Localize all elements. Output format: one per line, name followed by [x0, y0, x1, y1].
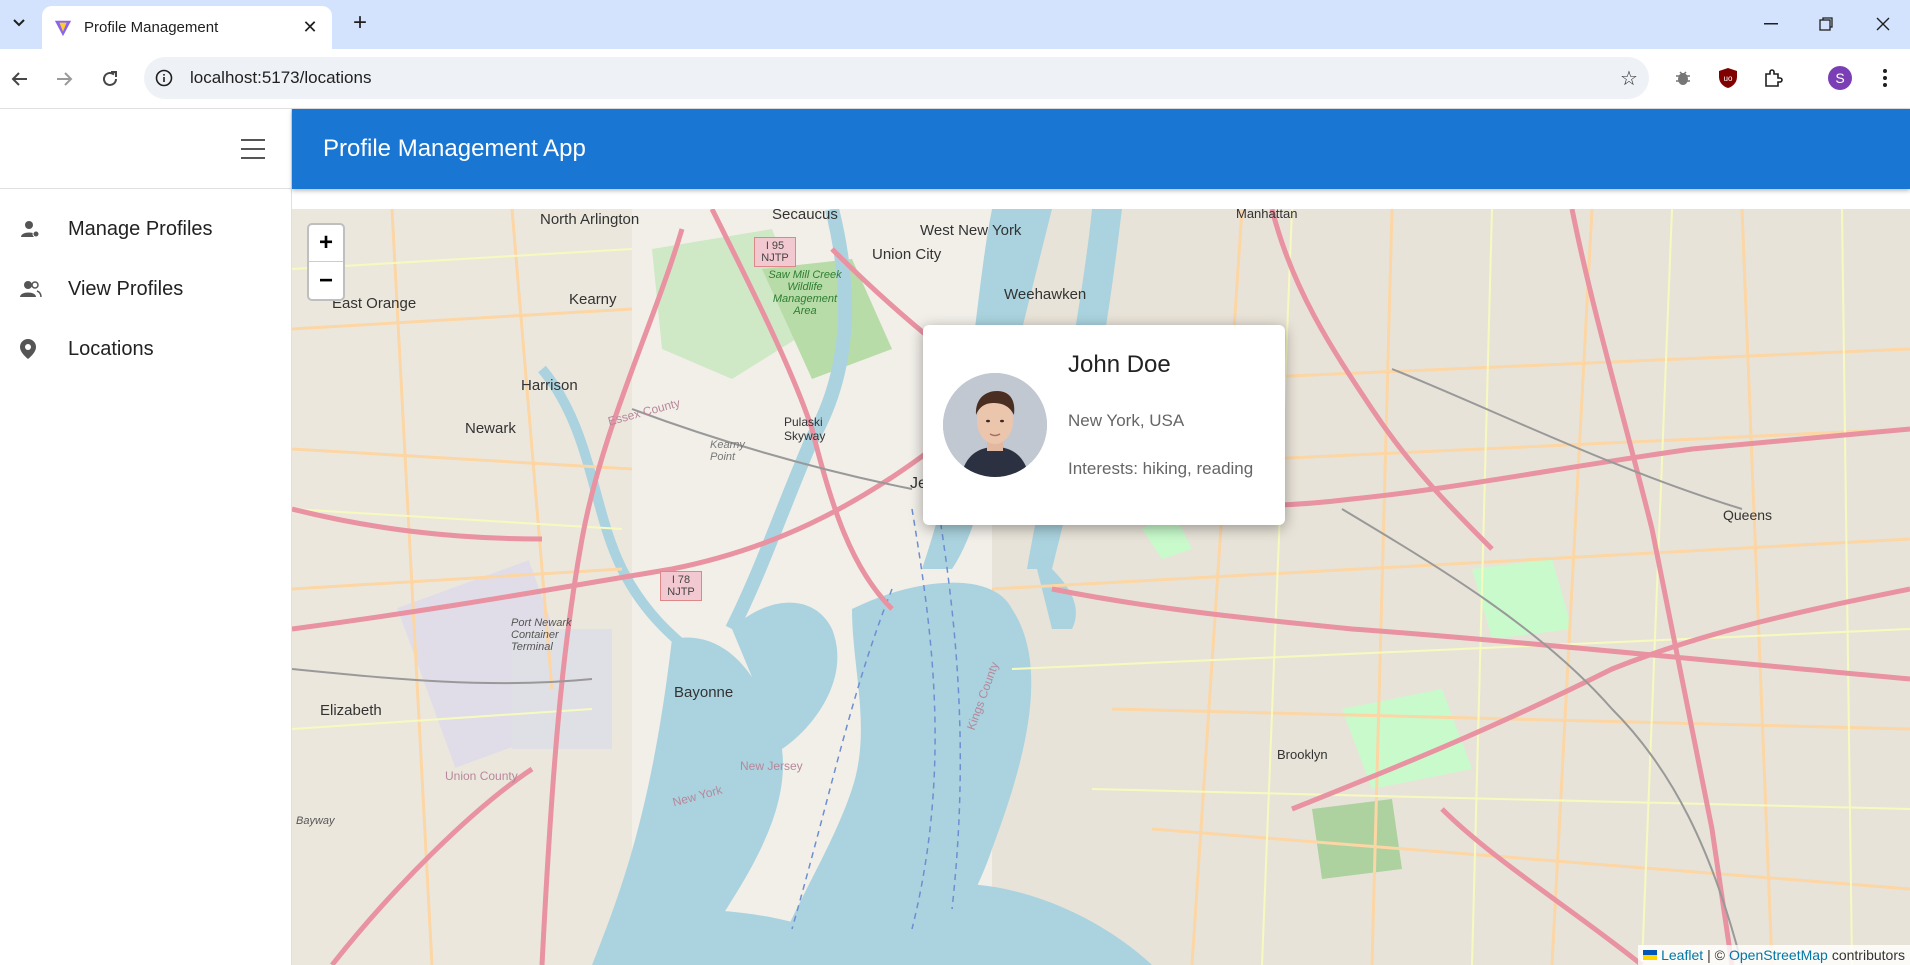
highway-shield: I 95 NJTP	[754, 237, 796, 267]
sidebar-item-view-profiles[interactable]: View Profiles	[0, 259, 291, 319]
bookmark-star-icon[interactable]: ☆	[1609, 66, 1649, 91]
sidebar-item-label: Manage Profiles	[68, 217, 213, 240]
app-title: Profile Management App	[323, 135, 586, 162]
tab-close-icon[interactable]: ✕	[300, 17, 320, 38]
map-label: Union City	[872, 246, 942, 263]
reload-icon[interactable]	[94, 63, 126, 95]
profile-initial: S	[1828, 66, 1852, 90]
address-bar[interactable]: localhost:5173/locations ☆	[144, 57, 1649, 99]
sidebar-item-manage-profiles[interactable]: Manage Profiles	[0, 199, 291, 259]
zoom-control: + −	[307, 223, 345, 301]
app-header: Profile Management App	[292, 109, 1910, 189]
attribution-suffix: contributors	[1831, 947, 1905, 963]
map-attribution: Leaflet | © OpenStreetMap contributors	[1638, 945, 1910, 965]
sidebar: Manage Profiles View Profiles Locations	[0, 109, 292, 965]
map-label: Kearny	[569, 291, 617, 308]
popup-name: John Doe	[1068, 351, 1171, 378]
map-label: North Arlington	[540, 211, 640, 228]
tab-search-button[interactable]	[6, 10, 32, 36]
map-label: Kearny Point	[710, 439, 745, 463]
location-pin-icon	[20, 339, 68, 359]
map-label: Newark	[465, 420, 516, 437]
highway-shield: I 78 NJTP	[660, 571, 702, 601]
svg-text:uo: uo	[1724, 74, 1733, 83]
forward-icon[interactable]	[48, 63, 80, 95]
sidebar-header	[0, 109, 291, 189]
map-label: Brooklyn	[1277, 747, 1328, 762]
map-label: West New York	[920, 222, 1022, 239]
map-container[interactable]: North Arlington Secaucus West New York M…	[292, 209, 1910, 965]
map-label: Bayway	[296, 815, 335, 827]
back-icon[interactable]	[4, 63, 36, 95]
popup-interests: Interests: hiking, reading	[1068, 459, 1254, 478]
new-tab-button[interactable]: +	[346, 10, 374, 38]
map-label: Bayonne	[674, 684, 734, 701]
sidebar-item-label: View Profiles	[68, 277, 184, 300]
restore-icon[interactable]	[1803, 8, 1849, 40]
osm-link[interactable]: OpenStreetMap	[1729, 947, 1828, 963]
map-label: Secaucus	[772, 209, 838, 223]
url-text[interactable]: localhost:5173/locations	[184, 68, 1609, 88]
map-label: Harrison	[521, 377, 578, 394]
manage-profiles-icon	[20, 219, 68, 239]
map-label: Pulaski Skyway	[784, 415, 826, 443]
profile-avatar	[943, 373, 1047, 477]
leaflet-link[interactable]: Leaflet	[1661, 947, 1703, 963]
extensions-puzzle-icon[interactable]	[1758, 63, 1788, 93]
people-icon	[20, 279, 68, 299]
hamburger-menu-icon[interactable]	[237, 133, 269, 165]
browser-tabbar: Profile Management ✕ +	[0, 0, 1910, 49]
sidebar-item-label: Locations	[68, 337, 154, 360]
minimize-icon[interactable]	[1748, 8, 1794, 40]
map-tiles[interactable]	[292, 209, 1910, 965]
sidebar-item-locations[interactable]: Locations	[0, 319, 291, 379]
map-label: Saw Mill Creek Wildlife Management Area	[768, 269, 842, 317]
map-label: Queens	[1723, 507, 1773, 523]
menu-kebab-icon[interactable]	[1870, 63, 1900, 93]
browser-toolbar: localhost:5173/locations ☆ uo S	[0, 49, 1910, 109]
zoom-in-button[interactable]: +	[309, 225, 343, 262]
map-label: Manhattan	[1236, 209, 1298, 221]
zoom-out-button[interactable]: −	[309, 262, 343, 299]
map-label: Union County	[445, 769, 518, 783]
tab-title: Profile Management	[84, 19, 219, 36]
location-popup: John Doe New York, USA Interests: hiking…	[923, 325, 1285, 525]
browser-tab[interactable]: Profile Management ✕	[42, 6, 332, 49]
vite-favicon-icon	[54, 20, 72, 36]
map-label: New Jersey	[740, 759, 803, 773]
app-root: Manage Profiles View Profiles Locations …	[0, 109, 1910, 965]
profile-avatar[interactable]: S	[1825, 63, 1855, 93]
popup-location: New York, USA	[1068, 411, 1185, 430]
close-window-icon[interactable]	[1860, 8, 1906, 40]
extension-bug-icon[interactable]	[1668, 63, 1698, 93]
ukraine-flag-icon	[1643, 950, 1658, 960]
ublock-icon[interactable]: uo	[1713, 63, 1743, 93]
attribution-separator: | ©	[1707, 947, 1725, 963]
map-label: Weehawken	[1004, 286, 1087, 303]
map-label: Elizabeth	[320, 702, 382, 719]
map-label: Port Newark Container Terminal	[511, 617, 572, 653]
site-info-icon[interactable]	[144, 69, 184, 87]
